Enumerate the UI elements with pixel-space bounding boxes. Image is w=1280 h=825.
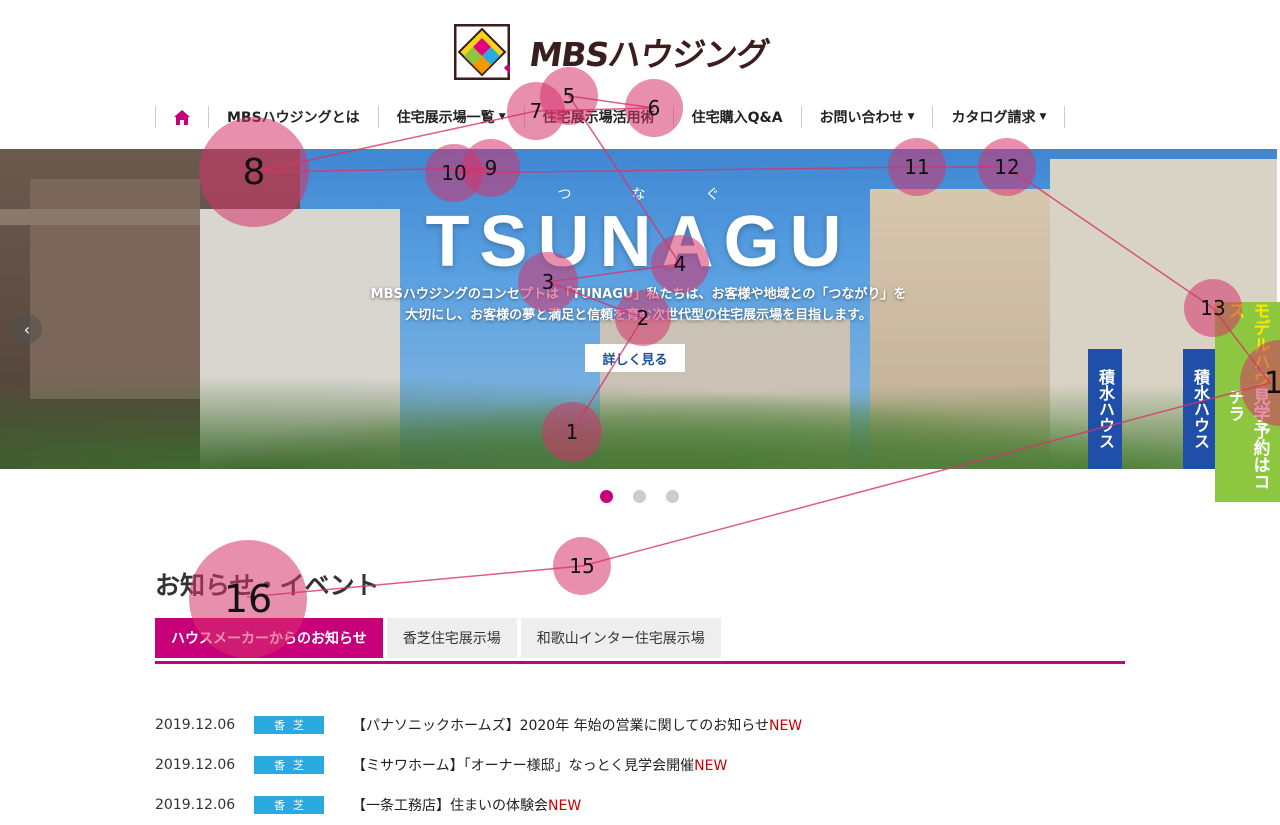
nav-item-label: 住宅購入Q&A: [691, 110, 783, 126]
new-label: NEW: [694, 758, 728, 774]
caret-down-icon: ▼: [907, 112, 915, 122]
nav-item-label: 住宅展示場活用術: [542, 110, 655, 126]
tab-wakayama-inter[interactable]: 和歌山インター住宅展示場: [520, 618, 721, 658]
nav-item-contact[interactable]: お問い合わせ ▼: [800, 106, 933, 128]
side-tab-label: 見学予約はコチラ: [1224, 387, 1270, 490]
news-link[interactable]: 【パナソニックホームズ】2020年 年始の営業に関してのお知らせNEW: [352, 715, 802, 735]
news-list: 2019.12.06 香芝 【パナソニックホームズ】2020年 年始の営業に関し…: [155, 705, 1125, 825]
tab-house-maker-news[interactable]: ハウスメーカーからのお知らせ: [155, 618, 383, 658]
logo-mark-icon: [454, 24, 510, 80]
hero-copy-line: 大切にし、お客様の夢と満足と信頼を育む次世代型の住宅展示場を目指します。: [405, 308, 872, 323]
site-logo[interactable]: MBSハウジング: [454, 24, 771, 80]
new-label: NEW: [548, 798, 582, 814]
nav-item-showrooms[interactable]: 住宅展示場一覧 ▼: [377, 106, 524, 128]
hero-trees-image: [0, 359, 1277, 469]
slider-dot[interactable]: [600, 490, 613, 503]
nav-item-about[interactable]: MBSハウジングとは: [208, 106, 378, 128]
location-badge: 香芝: [254, 796, 324, 814]
home-icon: [174, 109, 190, 125]
news-text: 【ミサワホーム】「オーナー様邸」なっとく見学会開催: [352, 758, 695, 774]
hero-banner-flag: 積水ハウス: [1088, 349, 1122, 469]
tab-kashiba[interactable]: 香芝住宅展示場: [386, 618, 517, 658]
nav-item-label: お問い合わせ: [819, 110, 904, 126]
side-tab-highlight: モデルハウス: [1224, 302, 1270, 387]
model-house-reservation-tab[interactable]: モデルハウス 見学予約はコチラ: [1215, 302, 1280, 502]
list-item: 2019.12.06 香芝 【パナソニックホームズ】2020年 年始の営業に関し…: [155, 705, 1125, 745]
slider-dot[interactable]: [633, 490, 646, 503]
slider-dot[interactable]: [666, 490, 679, 503]
news-date: 2019.12.06: [155, 757, 236, 773]
list-item: 2019.12.06 香芝 【一条工務店】住まいの体験会NEW: [155, 785, 1125, 825]
location-badge: 香芝: [254, 716, 324, 734]
hero-more-button[interactable]: 詳しく見る: [585, 344, 685, 372]
slider-prev-button[interactable]: ‹: [12, 314, 42, 344]
hero-banner-flag: 積水ハウス: [1183, 349, 1217, 469]
slider-dots: [600, 490, 679, 503]
news-text: 【パナソニックホームズ】2020年 年始の営業に関してのお知らせ: [352, 718, 769, 734]
caret-down-icon: ▼: [498, 112, 506, 122]
news-date: 2019.12.06: [155, 797, 236, 813]
caret-down-icon: ▼: [1039, 112, 1047, 122]
news-section-title: お知らせ・イベント: [155, 571, 380, 600]
hero-copy: MBSハウジングのコンセプトは「TUNAGU」私たちは、お客様や地域との「つなが…: [0, 284, 1277, 326]
news-text: 【一条工務店】住まいの体験会: [352, 798, 548, 814]
click-marker: 15: [553, 537, 611, 595]
news-date: 2019.12.06: [155, 717, 236, 733]
nav-item-label: 住宅展示場一覧: [396, 110, 495, 126]
hero-title: TSUNAGU: [425, 202, 852, 282]
global-nav: MBSハウジングとは 住宅展示場一覧 ▼ 住宅展示場活用術 住宅購入Q&A お問い…: [155, 103, 1066, 131]
new-label: NEW: [768, 718, 803, 734]
location-badge: 香芝: [254, 756, 324, 774]
list-item: 2019.12.06 香芝 【ミサワホーム】「オーナー様邸」なっとく見学会開催N…: [155, 745, 1125, 785]
news-tabs: ハウスメーカーからのお知らせ 香芝住宅展示場 和歌山インター住宅展示場: [155, 618, 1125, 664]
news-link[interactable]: 【一条工務店】住まいの体験会NEW: [352, 795, 581, 815]
chevron-left-icon: ‹: [23, 319, 31, 339]
news-link[interactable]: 【ミサワホーム】「オーナー様邸」なっとく見学会開催NEW: [352, 755, 727, 775]
nav-item-usage-tips[interactable]: 住宅展示場活用術: [523, 106, 673, 128]
hero-copy-line: MBSハウジングのコンセプトは「TUNAGU」私たちは、お客様や地域との「つなが…: [370, 287, 907, 302]
nav-home[interactable]: [155, 106, 208, 128]
nav-item-label: MBSハウジングとは: [227, 110, 360, 126]
nav-item-label: カタログ請求: [951, 110, 1036, 126]
hero-slider: 積水ハウス 積水ハウス つなぐ TSUNAGU MBSハウジングのコンセプトは「…: [0, 149, 1277, 469]
nav-item-qa[interactable]: 住宅購入Q&A: [672, 106, 801, 128]
logo-text: MBSハウジング: [526, 35, 772, 74]
nav-item-catalog[interactable]: カタログ請求 ▼: [932, 106, 1066, 128]
